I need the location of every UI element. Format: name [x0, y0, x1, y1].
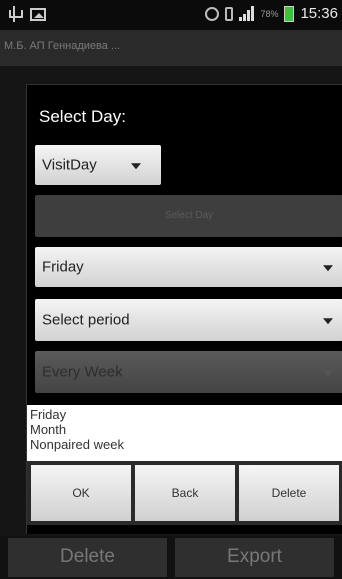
clock: 15:36	[300, 5, 338, 22]
dialog-title: Select Day:	[39, 107, 126, 126]
day-spinner-label: Friday	[42, 258, 84, 276]
visit-day-spinner[interactable]: VisitDay	[35, 145, 161, 185]
vibrate-icon	[225, 6, 234, 21]
battery-percent: 78%	[260, 8, 279, 19]
week-spinner[interactable]: Every Week	[35, 351, 342, 393]
week-spinner-label: Every Week	[42, 363, 123, 381]
image-icon	[30, 7, 46, 21]
day-spinner[interactable]: Friday	[35, 247, 342, 287]
background-footer: Delete Export	[0, 536, 342, 579]
background-export-button: Export	[175, 538, 334, 577]
summary-line: Friday	[30, 407, 67, 422]
signal-icon	[239, 6, 255, 21]
usb-icon	[8, 6, 23, 22]
select-day-dialog: Select Day: VisitDay Select Day Friday S…	[26, 84, 342, 534]
summary-line: Nonpaired week	[30, 437, 124, 452]
chevron-down-icon	[131, 163, 141, 170]
select-day-button[interactable]: Select Day	[35, 195, 342, 237]
chevron-down-icon	[323, 265, 333, 272]
chevron-down-icon	[323, 318, 333, 325]
visit-day-spinner-label: VisitDay	[42, 156, 97, 174]
summary-line: Month	[30, 422, 67, 437]
background-delete-button: Delete	[8, 538, 167, 577]
back-button[interactable]: Back	[135, 465, 235, 521]
battery-icon	[284, 5, 295, 22]
background-title-bar: М.Б. АП Геннадиева ...	[0, 30, 342, 66]
period-spinner-label: Select period	[42, 311, 130, 329]
period-spinner[interactable]: Select period	[35, 299, 342, 341]
system-icons: 78% 15:36	[205, 5, 338, 22]
selection-summary: Friday Month Nonpaired week	[27, 405, 342, 461]
delete-button[interactable]: Delete	[239, 465, 339, 521]
chevron-down-icon	[323, 370, 333, 377]
ok-button[interactable]: OK	[31, 465, 131, 521]
status-bar: 78% 15:36	[0, 0, 342, 30]
alarm-icon	[205, 6, 220, 21]
notification-icons	[8, 6, 46, 22]
dialog-button-row: OK Back Delete	[27, 461, 342, 525]
